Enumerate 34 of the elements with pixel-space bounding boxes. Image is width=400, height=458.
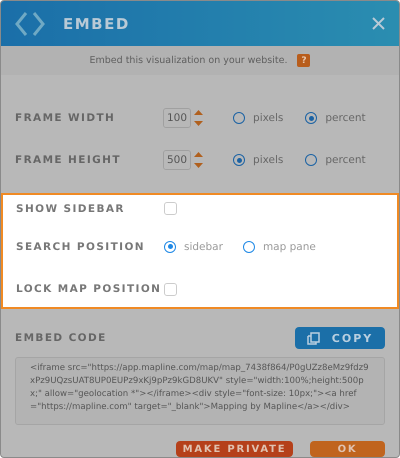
make-private-button[interactable]: MAKE PRIVATE [176,441,293,457]
help-button[interactable]: ? [297,54,310,67]
radio-label: pixels [253,112,284,124]
radio-label: sidebar [184,240,223,252]
subtitle: Embed this visualization on your website. [90,55,288,66]
stepper-icon[interactable] [194,151,204,169]
copy-button[interactable]: COPY [295,327,385,349]
radio-label: pixels [253,154,284,166]
setting-label: SEARCH POSITION [16,240,146,252]
radio-button[interactable] [305,112,318,124]
close-icon[interactable] [372,17,385,30]
radio-button[interactable] [233,112,246,124]
copy-icon [306,332,320,344]
stepper-icon[interactable] [194,109,204,127]
radio-label: percent [325,112,366,124]
setting-label: FRAME HEIGHT [15,154,122,166]
radio-label: map pane [262,240,316,252]
ok-button[interactable]: OK [310,441,385,457]
checkbox[interactable] [164,202,177,215]
number-field[interactable]: 100 [163,108,192,128]
setting-label: FRAME WIDTH [15,112,116,124]
radio-button[interactable] [233,154,246,166]
number-field[interactable]: 500 [163,150,192,170]
code-brackets-icon [15,10,45,36]
window-title: EMBED [63,14,131,32]
setting-label: LOCK MAP POSITION [16,283,162,295]
setting-label: SHOW SIDEBAR [16,202,126,214]
radio-button[interactable] [164,240,176,252]
radio-button[interactable] [242,240,255,252]
radio-button[interactable] [305,154,318,166]
section-label: EMBED CODE [15,332,108,344]
radio-label: percent [325,154,366,166]
embed-code-field[interactable]: <iframe src="https://app.mapline.com/map/map_7438f864/P0gUZz8eMz9fdz9xPz9UQzsUAT8UP0EUPz9xKj9pPz9kGD8UKV" style="width:100%;height:500px;" allow="geolocation *"></iframe><div style="font-size: 10px;"><a href="https://mapline.com" target="_blank">Mapping by Mapline</a></div> [15,357,385,425]
checkbox[interactable] [164,282,177,296]
